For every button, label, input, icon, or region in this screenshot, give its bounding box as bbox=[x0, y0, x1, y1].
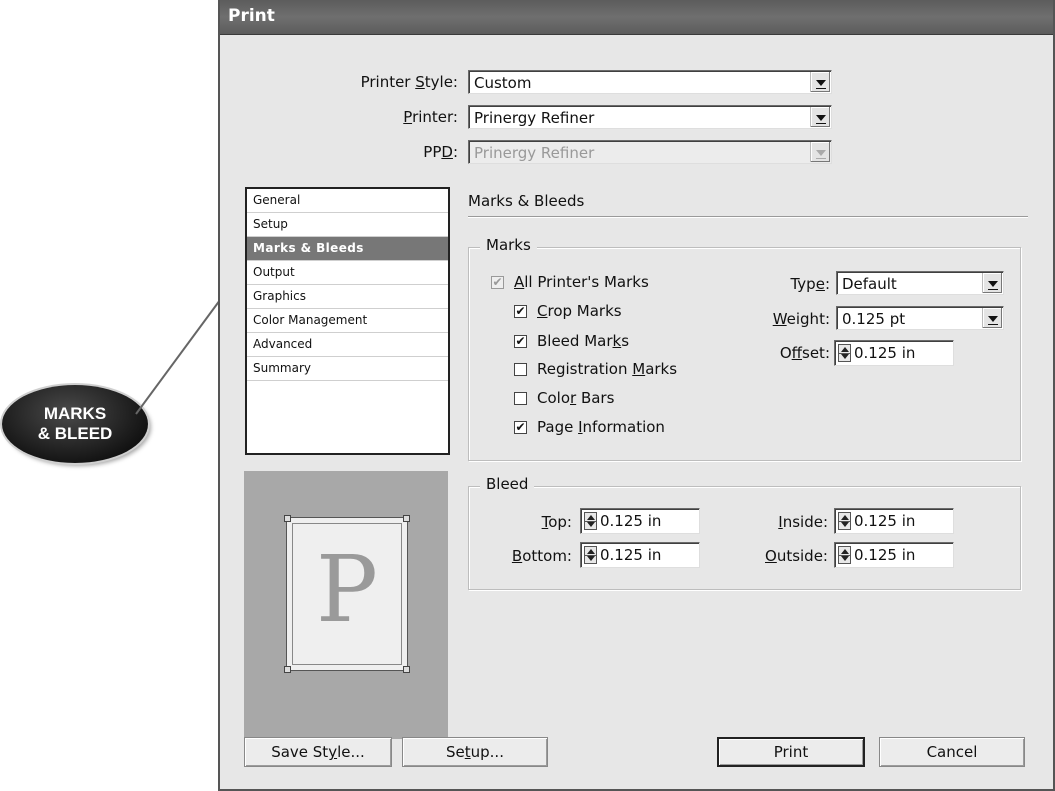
category-item-color-management[interactable]: Color Management bbox=[247, 309, 448, 333]
printer-value: Prinergy Refiner bbox=[474, 109, 595, 127]
bleed-marks-label: Bleed Marks bbox=[537, 332, 630, 350]
ppd-dropdown-button bbox=[810, 142, 830, 162]
registration-marks-checkbox[interactable] bbox=[514, 363, 527, 376]
cancel-button[interactable]: Cancel bbox=[879, 737, 1025, 767]
bleed-inside-stepper-buttons[interactable] bbox=[838, 512, 851, 530]
bleed-top-stepper[interactable]: 0.125 in bbox=[580, 508, 700, 534]
bleed-outside-label: Outside: bbox=[765, 547, 828, 565]
category-item-summary[interactable]: Summary bbox=[247, 357, 448, 381]
type-dropdown-button[interactable] bbox=[982, 273, 1002, 293]
weight-label: Weight: bbox=[772, 310, 830, 328]
weight-select[interactable]: 0.125 pt bbox=[836, 306, 1004, 330]
category-item-setup[interactable]: Setup bbox=[247, 213, 448, 237]
print-dialog: Print Printer Style: Custom Printer: Pri… bbox=[218, 0, 1055, 791]
dialog-content: Printer Style: Custom Printer: Prinergy … bbox=[220, 35, 1053, 789]
ppd-value: Prinergy Refiner bbox=[474, 144, 595, 162]
chevron-down-icon bbox=[988, 281, 998, 287]
category-item-advanced[interactable]: Advanced bbox=[247, 333, 448, 357]
offset-label: Offset: bbox=[779, 344, 830, 362]
offset-stepper-buttons[interactable] bbox=[838, 344, 851, 362]
chevron-down-icon bbox=[816, 115, 826, 121]
bleed-top-label: Top: bbox=[541, 513, 572, 531]
title-bar[interactable]: Print bbox=[220, 0, 1053, 35]
all-printers-marks-checkbox[interactable]: ✔ bbox=[491, 276, 504, 289]
printer-style-value: Custom bbox=[474, 74, 532, 92]
crop-marks-label: Crop Marks bbox=[537, 302, 622, 320]
weight-dropdown-button[interactable] bbox=[982, 308, 1002, 328]
printer-style-select[interactable]: Custom bbox=[468, 70, 832, 94]
category-item-graphics[interactable]: Graphics bbox=[247, 285, 448, 309]
preview-letter: P bbox=[316, 536, 378, 643]
page-preview: P bbox=[244, 471, 448, 739]
color-bars-checkbox[interactable] bbox=[514, 392, 527, 405]
category-item-marks-bleeds[interactable]: Marks & Bleeds bbox=[247, 237, 448, 261]
printer-label: Printer: bbox=[403, 108, 458, 126]
section-title: Marks & Bleeds bbox=[468, 192, 585, 210]
printer-style-dropdown-button[interactable] bbox=[810, 72, 830, 92]
printer-style-label: Printer Style: bbox=[360, 73, 458, 91]
ppd-label: PPD: bbox=[423, 143, 458, 161]
type-label: Type: bbox=[790, 275, 830, 293]
bleed-marks-checkbox[interactable]: ✔ bbox=[514, 335, 527, 348]
weight-value: 0.125 pt bbox=[842, 310, 906, 328]
bleed-inside-label: Inside: bbox=[778, 513, 828, 531]
bleed-bottom-label: Bottom: bbox=[511, 547, 572, 565]
section-divider bbox=[468, 216, 1028, 217]
crop-marks-checkbox[interactable]: ✔ bbox=[514, 305, 527, 318]
bleed-outside-stepper-buttons[interactable] bbox=[838, 546, 851, 564]
type-select[interactable]: Default bbox=[836, 271, 1004, 295]
bleed-outside-stepper[interactable]: 0.125 in bbox=[834, 542, 954, 568]
bleed-group bbox=[468, 486, 1021, 590]
all-printers-marks-label: All Printer's Marks bbox=[514, 273, 649, 291]
category-item-general[interactable]: General bbox=[247, 189, 448, 213]
chevron-down-icon bbox=[816, 80, 826, 86]
printer-select[interactable]: Prinergy Refiner bbox=[468, 105, 832, 129]
bleed-bottom-value: 0.125 in bbox=[600, 546, 662, 564]
offset-stepper[interactable]: 0.125 in bbox=[834, 340, 954, 366]
category-item-output[interactable]: Output bbox=[247, 261, 448, 285]
bleed-bottom-stepper-buttons[interactable] bbox=[584, 546, 597, 564]
type-value: Default bbox=[842, 275, 897, 293]
page-information-label: Page Information bbox=[537, 418, 665, 436]
color-bars-label: Color Bars bbox=[537, 389, 615, 407]
window-title: Print bbox=[228, 6, 275, 26]
marks-group-title: Marks bbox=[480, 236, 537, 254]
bleed-inside-stepper[interactable]: 0.125 in bbox=[834, 508, 954, 534]
bleed-bottom-stepper[interactable]: 0.125 in bbox=[580, 542, 700, 568]
bleed-outside-value: 0.125 in bbox=[854, 546, 916, 564]
ppd-select: Prinergy Refiner bbox=[468, 140, 832, 164]
page-information-checkbox[interactable]: ✔ bbox=[514, 421, 527, 434]
offset-value: 0.125 in bbox=[854, 344, 916, 362]
chevron-down-icon bbox=[816, 150, 826, 156]
bleed-top-stepper-buttons[interactable] bbox=[584, 512, 597, 530]
bleed-top-value: 0.125 in bbox=[600, 512, 662, 530]
setup-button[interactable]: Setup... bbox=[402, 737, 548, 767]
printer-dropdown-button[interactable] bbox=[810, 107, 830, 127]
preview-page: P bbox=[284, 515, 410, 673]
registration-marks-label: Registration Marks bbox=[537, 360, 678, 378]
bleed-inside-value: 0.125 in bbox=[854, 512, 916, 530]
bleed-group-title: Bleed bbox=[480, 475, 535, 493]
chevron-down-icon bbox=[988, 316, 998, 322]
save-style-button[interactable]: Save Style... bbox=[244, 737, 392, 767]
category-list[interactable]: General Setup Marks & Bleeds Output Grap… bbox=[245, 187, 450, 455]
print-button[interactable]: Print bbox=[717, 737, 865, 767]
